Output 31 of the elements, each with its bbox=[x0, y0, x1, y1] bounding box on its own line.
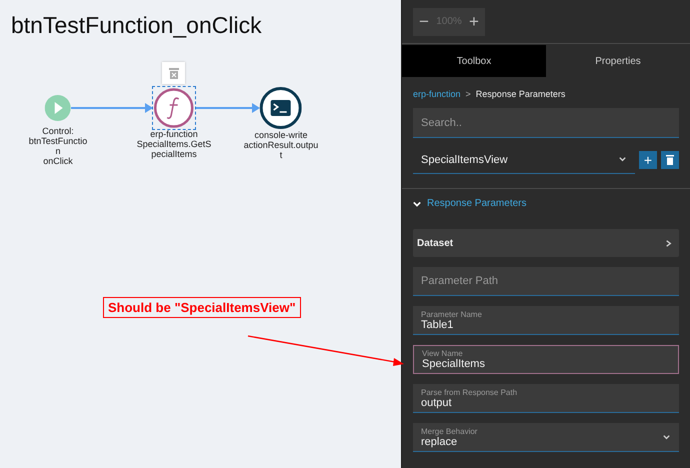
chevron-icon bbox=[662, 432, 671, 442]
node-label: Control: btnTestFunctio n onClick bbox=[28, 126, 88, 166]
node-label: erp-function SpecialItems.GetS pecialItems bbox=[136, 129, 212, 159]
annotation-note: Should be "SpecialItemsView" bbox=[103, 297, 301, 318]
terminal-node-icon[interactable] bbox=[260, 87, 302, 129]
breadcrumb-separator: > bbox=[466, 89, 471, 99]
section-header[interactable]: Response Parameters bbox=[413, 189, 679, 209]
delete-icon[interactable] bbox=[162, 62, 185, 84]
breadcrumb-link[interactable]: erp-function bbox=[413, 89, 461, 99]
input-field[interactable]: View Name SpecialItems bbox=[413, 345, 679, 374]
panel-tab[interactable]: Toolbox bbox=[402, 45, 546, 77]
zoom-in-button[interactable]: + bbox=[467, 12, 481, 32]
input-field[interactable]: Parameter Path bbox=[413, 267, 679, 296]
breadcrumb-current: Response Parameters bbox=[476, 89, 566, 99]
search-field[interactable]: Search.. bbox=[413, 108, 679, 138]
chevron-icon bbox=[618, 155, 627, 164]
select-field[interactable]: Merge Behavior replace bbox=[413, 423, 679, 452]
trash-icon bbox=[666, 155, 674, 165]
node-label: console-write actionResult.outpu t bbox=[244, 130, 318, 160]
input-field[interactable]: Parameter Name Table1 bbox=[413, 306, 679, 335]
play-node-icon[interactable] bbox=[45, 95, 71, 121]
chevron-icon bbox=[413, 200, 421, 208]
flow-title: btnTestFunction_onClick bbox=[11, 12, 262, 39]
view-select[interactable]: SpecialItemsView bbox=[413, 146, 635, 174]
dataset-row[interactable]: Dataset bbox=[413, 229, 679, 257]
connector-arrow bbox=[196, 103, 261, 113]
delete-button[interactable] bbox=[661, 151, 679, 169]
chevron-icon bbox=[664, 238, 673, 248]
zoom-out-button[interactable]: − bbox=[417, 12, 431, 32]
input-field[interactable]: Parse from Response Path output bbox=[413, 384, 679, 413]
add-button[interactable]: + bbox=[639, 151, 657, 169]
